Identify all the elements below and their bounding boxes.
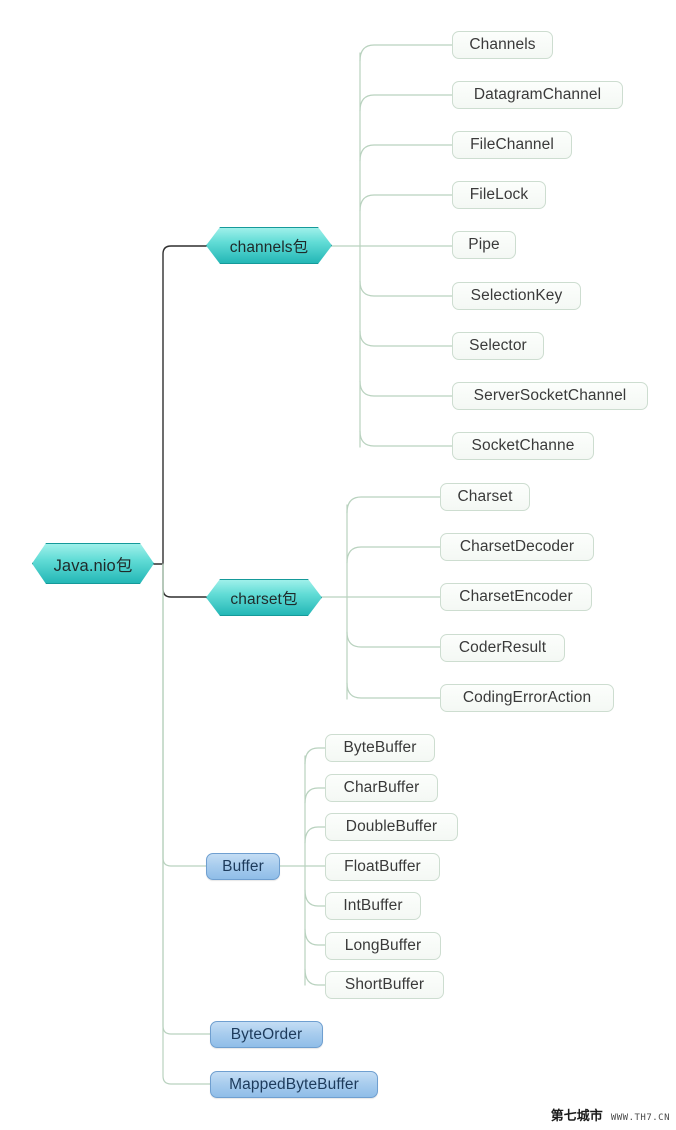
leaf-node-shortbuffer[interactable]: ShortBuffer — [325, 971, 444, 999]
leaf-label: CharBuffer — [343, 779, 420, 796]
branch-node-byteorder-label: ByteOrder — [230, 1025, 303, 1043]
watermark-brand: 第七城市 — [550, 1109, 603, 1124]
leaf-label: FloatBuffer — [344, 858, 421, 875]
branch-node-channels-label: channels包 — [229, 238, 309, 256]
leaf-node-selector[interactable]: Selector — [452, 332, 544, 360]
leaf-label: SelectionKey — [470, 287, 563, 304]
leaf-node-filelock[interactable]: FileLock — [452, 181, 546, 209]
leaf-label: IntBuffer — [343, 897, 403, 914]
leaf-node-pipe[interactable]: Pipe — [452, 231, 516, 259]
leaf-node-floatbuffer[interactable]: FloatBuffer — [325, 853, 440, 881]
leaf-label: LongBuffer — [344, 937, 422, 954]
leaf-node-charset[interactable]: Charset — [440, 483, 530, 511]
watermark: 第七城市 WWW.TH7.CN — [551, 1105, 670, 1124]
leaf-node-serversocketchannel[interactable]: ServerSocketChannel — [452, 382, 648, 410]
branch-node-mappedbytebuffer-label: MappedByteBuffer — [229, 1075, 359, 1093]
leaf-label: FileLock — [469, 186, 529, 203]
leaf-node-charsetdecoder[interactable]: CharsetDecoder — [440, 533, 594, 561]
leaf-label: DoubleBuffer — [345, 818, 438, 835]
leaf-label: Pipe — [468, 236, 500, 253]
branch-node-buffer-label: Buffer — [222, 857, 264, 875]
leaf-node-charbuffer[interactable]: CharBuffer — [325, 774, 438, 802]
leaf-node-longbuffer[interactable]: LongBuffer — [325, 932, 441, 960]
leaf-label: ByteBuffer — [343, 739, 417, 756]
branch-node-channels[interactable]: channels包 — [206, 227, 332, 264]
leaf-label: Charset — [457, 488, 513, 505]
leaf-node-intbuffer[interactable]: IntBuffer — [325, 892, 421, 920]
leaf-label: DatagramChannel — [473, 86, 602, 103]
leaf-label: CharsetEncoder — [459, 588, 573, 605]
leaf-node-bytebuffer[interactable]: ByteBuffer — [325, 734, 435, 762]
leaf-node-charsetencoder[interactable]: CharsetEncoder — [440, 583, 592, 611]
leaf-node-selectionkey[interactable]: SelectionKey — [452, 282, 581, 310]
leaf-node-doublebuffer[interactable]: DoubleBuffer — [325, 813, 458, 841]
leaf-node-filechannel[interactable]: FileChannel — [452, 131, 572, 159]
branch-node-buffer[interactable]: Buffer — [206, 853, 280, 880]
leaf-node-coderresult[interactable]: CoderResult — [440, 634, 565, 662]
watermark-url: WWW.TH7.CN — [610, 1113, 670, 1123]
leaf-label: Channels — [469, 36, 536, 53]
leaf-label: FileChannel — [470, 136, 554, 153]
leaf-label: Selector — [469, 337, 527, 354]
leaf-label: CharsetDecoder — [459, 538, 575, 555]
root-node-label: Java.nio包 — [53, 556, 133, 575]
root-node[interactable]: Java.nio包 — [32, 543, 154, 584]
leaf-node-socketchanne[interactable]: SocketChanne — [452, 432, 594, 460]
branch-node-byteorder[interactable]: ByteOrder — [210, 1021, 323, 1048]
branch-node-charset[interactable]: charset包 — [206, 579, 322, 616]
leaf-node-channels[interactable]: Channels — [452, 31, 553, 59]
leaf-label: SocketChanne — [471, 437, 575, 454]
leaf-node-datagramchannel[interactable]: DatagramChannel — [452, 81, 623, 109]
branch-node-mappedbytebuffer[interactable]: MappedByteBuffer — [210, 1071, 378, 1098]
leaf-label: CodingErrorAction — [462, 689, 592, 706]
leaf-node-codingerroraction[interactable]: CodingErrorAction — [440, 684, 614, 712]
leaf-label: CoderResult — [458, 639, 547, 656]
mindmap-canvas: Java.nio包 channels包 Channels DatagramCha… — [0, 0, 676, 1130]
branch-node-charset-label: charset包 — [230, 590, 298, 608]
leaf-label: ServerSocketChannel — [473, 387, 627, 404]
leaf-label: ShortBuffer — [344, 976, 425, 993]
